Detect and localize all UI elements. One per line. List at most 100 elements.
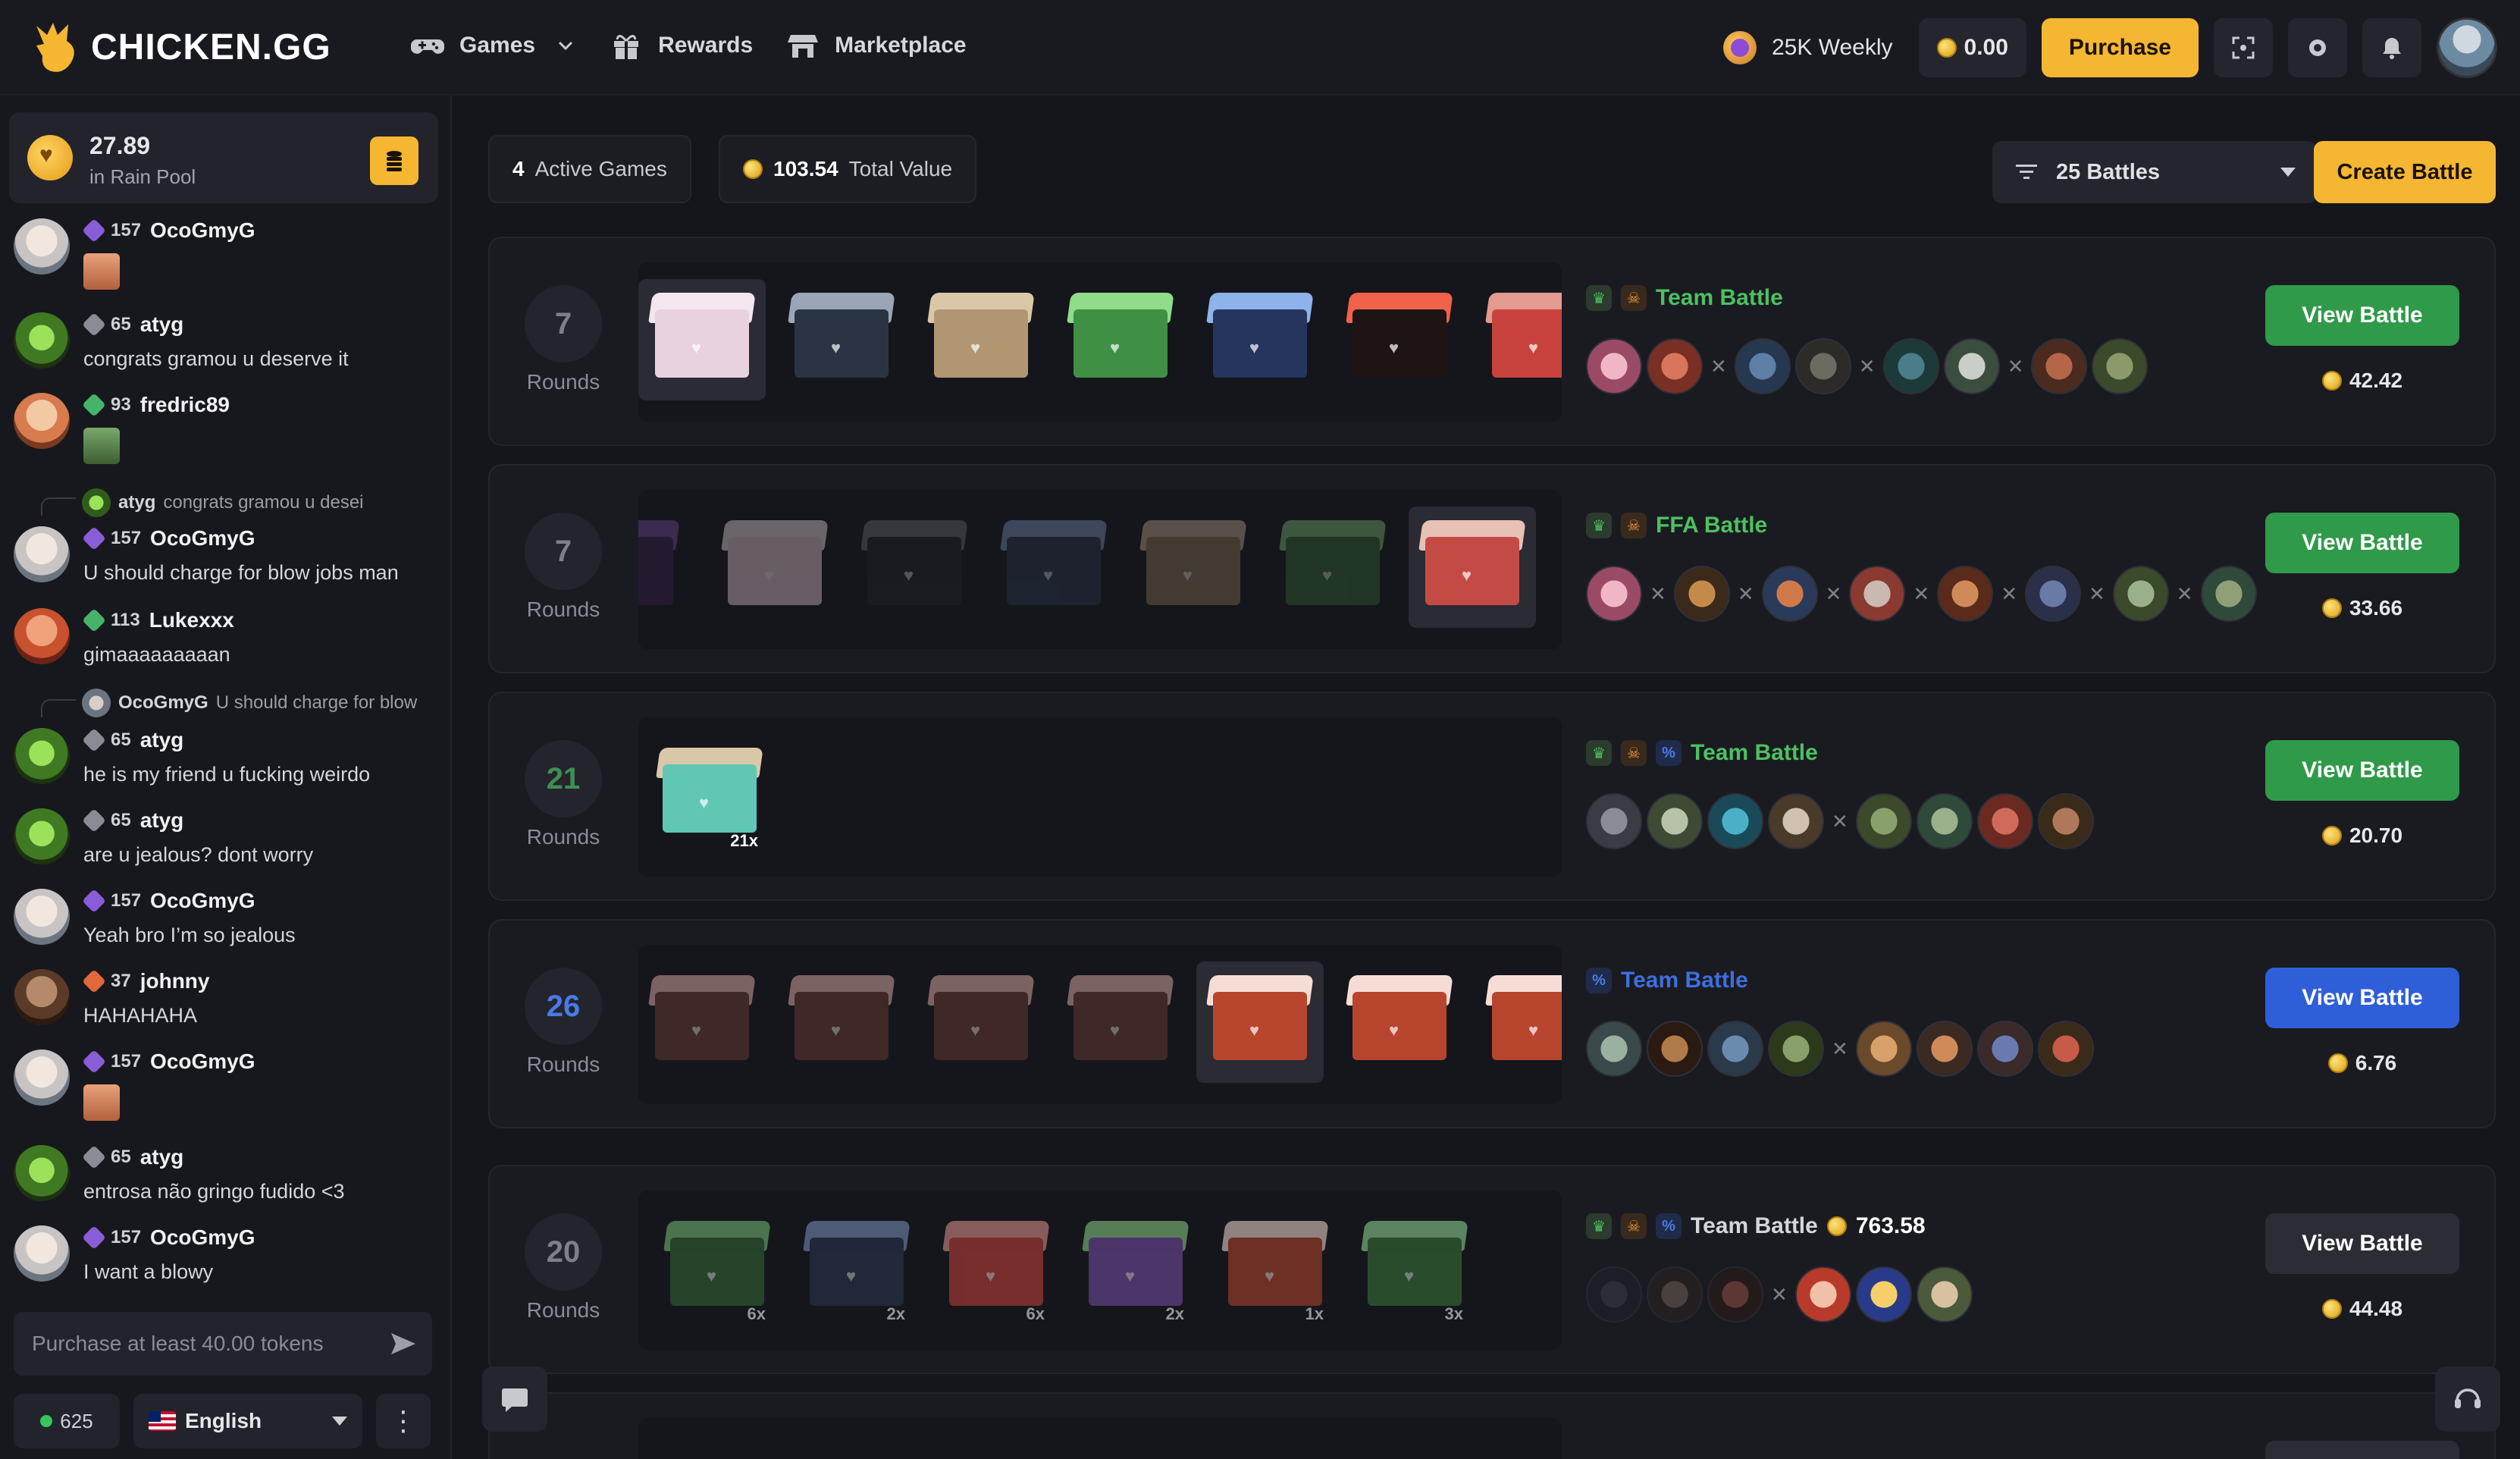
avatar[interactable] [1976, 1021, 2033, 1077]
avatar[interactable] [1882, 338, 1939, 394]
username[interactable]: fredric89 [140, 393, 230, 417]
avatar[interactable] [1586, 338, 1642, 394]
battle-card[interactable]: 7 Rounds ♥ ♥ ♥ ♥ ♥ ♥ ♥ ♛ ☠ Team Battle ✕… [488, 237, 2496, 446]
battle-card[interactable]: 20 Rounds ♥ 6x ♥ 2x ♥ 6x ♥ 2x ♥ 1x ♥ 3x ♛ ☠ % … [488, 1165, 2496, 1374]
site-logo[interactable]: CHICKEN.GG [33, 18, 331, 76]
avatar[interactable] [1707, 1266, 1763, 1323]
avatar[interactable] [1768, 793, 1824, 849]
avatar[interactable] [1916, 793, 1973, 849]
avatar[interactable] [1794, 338, 1851, 394]
view-battle-button[interactable]: View Battle [2265, 740, 2459, 801]
avatar[interactable] [14, 728, 70, 784]
avatar[interactable] [1647, 1266, 1703, 1323]
username[interactable]: OcoGmyG [150, 889, 255, 913]
avatar[interactable] [1943, 338, 2000, 394]
avatar[interactable] [1586, 793, 1642, 849]
chat-input[interactable] [32, 1312, 388, 1376]
nav-rewards[interactable]: Rewards [608, 27, 753, 64]
avatar[interactable] [1707, 793, 1763, 849]
reply-connector [41, 497, 76, 516]
avatar[interactable] [1586, 1266, 1642, 1323]
avatar[interactable] [1855, 1266, 1912, 1323]
avatar[interactable] [1673, 566, 1730, 622]
avatar[interactable] [1761, 566, 1818, 622]
username[interactable]: OcoGmyG [150, 526, 255, 551]
versus-icon: ✕ [1858, 354, 1876, 378]
avatar[interactable] [14, 312, 70, 369]
settings-button[interactable] [2288, 18, 2347, 77]
purchase-button[interactable]: Purchase [2041, 18, 2199, 77]
avatar[interactable] [14, 889, 70, 945]
battles-filter-select[interactable]: 25 Battles [1992, 141, 2317, 203]
create-battle-button[interactable]: Create Battle [2314, 141, 2496, 203]
avatar[interactable] [2024, 566, 2081, 622]
avatar[interactable] [2037, 1021, 2094, 1077]
avatar[interactable] [2031, 338, 2088, 394]
fullscreen-button[interactable] [2214, 18, 2273, 77]
battle-card[interactable] [488, 1392, 2496, 1459]
battle-card[interactable]: 26 Rounds ♥ ♥ ♥ ♥ ♥ ♥ ♥ % Team Battle ✕ … [488, 919, 2496, 1128]
nav-games[interactable]: Games [409, 27, 576, 64]
view-battle-button[interactable]: View Battle [2265, 968, 2459, 1028]
avatar[interactable] [2037, 793, 2094, 849]
avatar[interactable] [1586, 566, 1642, 622]
language-select[interactable]: English [133, 1394, 362, 1448]
view-battle-button[interactable]: View Battle [2265, 1213, 2459, 1274]
avatar[interactable] [1768, 1021, 1824, 1077]
avatar[interactable] [14, 969, 70, 1025]
send-icon[interactable] [388, 1329, 418, 1359]
avatar[interactable] [2092, 338, 2149, 394]
avatar[interactable] [1976, 793, 2033, 849]
view-battle-button[interactable]: View Battle [2265, 513, 2459, 573]
avatar[interactable] [14, 608, 70, 664]
avatar[interactable] [2112, 566, 2169, 622]
username[interactable]: atyg [140, 808, 184, 833]
nav-marketplace[interactable]: Marketplace [785, 27, 967, 64]
reply-preview[interactable]: OcoGmyG U should charge for blow [82, 689, 431, 717]
username[interactable]: OcoGmyG [150, 218, 255, 243]
avatar[interactable] [1647, 338, 1703, 394]
username[interactable]: atyg [140, 312, 184, 337]
avatar[interactable] [1916, 1266, 1973, 1323]
chat-more-button[interactable]: ⋮ [376, 1394, 431, 1448]
avatar[interactable] [14, 393, 70, 449]
avatar[interactable] [1647, 793, 1703, 849]
avatar[interactable] [1849, 566, 1906, 622]
avatar[interactable] [14, 526, 70, 582]
avatar[interactable] [14, 808, 70, 864]
username[interactable]: atyg [140, 728, 184, 752]
avatar[interactable] [14, 218, 70, 275]
avatar[interactable] [1855, 793, 1912, 849]
avatar[interactable] [1647, 1021, 1703, 1077]
username[interactable]: johnny [140, 969, 210, 993]
weekly-race[interactable]: 25K Weekly [1723, 31, 1893, 64]
avatar[interactable] [1855, 1021, 1912, 1077]
avatar[interactable] [1734, 338, 1791, 394]
rain-tip-button[interactable] [370, 136, 418, 185]
avatar[interactable] [1707, 1021, 1763, 1077]
view-battle-button[interactable] [2265, 1441, 2459, 1459]
reply-preview[interactable]: atyg congrats gramou u desei [82, 488, 431, 517]
view-battle-button[interactable]: View Battle [2265, 285, 2459, 346]
battle-card[interactable]: 7 Rounds ♥ ♥ ♥ ♥ ♥ ♥ ♥ ♛ ☠ FFA Battle ✕ … [488, 464, 2496, 673]
avatar[interactable] [14, 1145, 70, 1201]
avatar[interactable] [1916, 1021, 1973, 1077]
support-button[interactable] [2435, 1366, 2500, 1432]
username[interactable]: Lukexxx [149, 608, 234, 632]
case-multiplier: 21x [730, 831, 758, 850]
avatar[interactable] [14, 1225, 70, 1282]
avatar[interactable] [14, 1050, 70, 1106]
rounds-label: Rounds [526, 825, 600, 849]
username[interactable]: atyg [140, 1145, 184, 1169]
avatar[interactable] [1586, 1021, 1642, 1077]
user-avatar[interactable] [2437, 17, 2497, 78]
username[interactable]: OcoGmyG [150, 1050, 255, 1074]
balance-display[interactable]: 0.00 [1918, 18, 2026, 77]
toggle-chat-button[interactable] [482, 1366, 547, 1432]
username[interactable]: OcoGmyG [150, 1225, 255, 1250]
avatar[interactable] [2200, 566, 2257, 622]
avatar[interactable] [1794, 1266, 1851, 1323]
battle-card[interactable]: 21 Rounds ♥ 21x ♛ ☠ % Team Battle ✕ View … [488, 692, 2496, 901]
avatar[interactable] [1937, 566, 1994, 622]
notifications-button[interactable] [2362, 18, 2421, 77]
